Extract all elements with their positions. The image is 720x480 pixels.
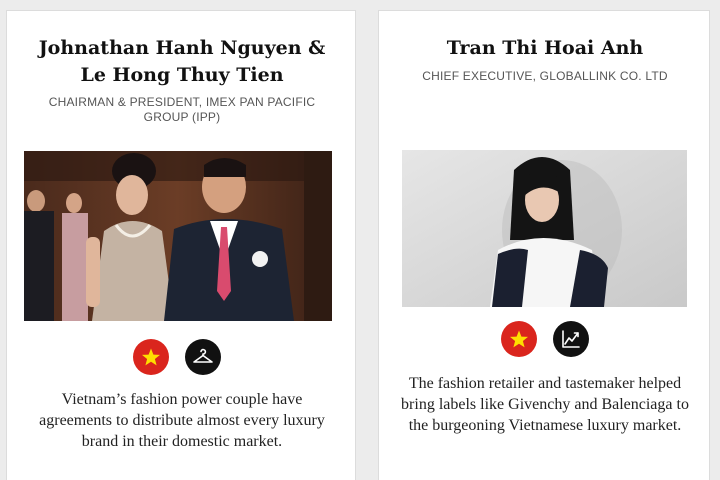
- profile-tags: [501, 321, 589, 357]
- growth-chart-icon: [553, 321, 589, 357]
- profile-card-ipp[interactable]: Johnathan Hanh Nguyen & Le Hong Thuy Tie…: [6, 10, 356, 480]
- profile-tags: [133, 339, 221, 375]
- profile-name: Johnathan Hanh Nguyen & Le Hong Thuy Tie…: [17, 35, 347, 89]
- profile-role: Chief Executive, GlobalLink Co. LTD: [422, 69, 668, 83]
- hanger-icon: [185, 339, 221, 375]
- vietnam-flag-icon: [133, 339, 169, 375]
- profile-photo-executive: [402, 150, 687, 307]
- profile-name-line2: Le Hong Thuy Tien: [80, 64, 284, 86]
- profile-card-globallink[interactable]: Tran Thi Hoai Anh Chief Executive, Globa…: [378, 10, 710, 480]
- vietnam-flag-icon: [501, 321, 537, 357]
- profile-name-line1: Johnathan Hanh Nguyen &: [38, 37, 326, 59]
- profile-photo-couple: [24, 151, 332, 321]
- profile-role: Chairman & President, IMEX Pan Pacific G…: [48, 95, 316, 124]
- profile-name: Tran Thi Hoai Anh: [446, 37, 644, 59]
- profile-description: Vietnam’s fashion power couple have agre…: [39, 391, 325, 450]
- profile-description: The fashion retailer and tastemaker help…: [401, 375, 689, 434]
